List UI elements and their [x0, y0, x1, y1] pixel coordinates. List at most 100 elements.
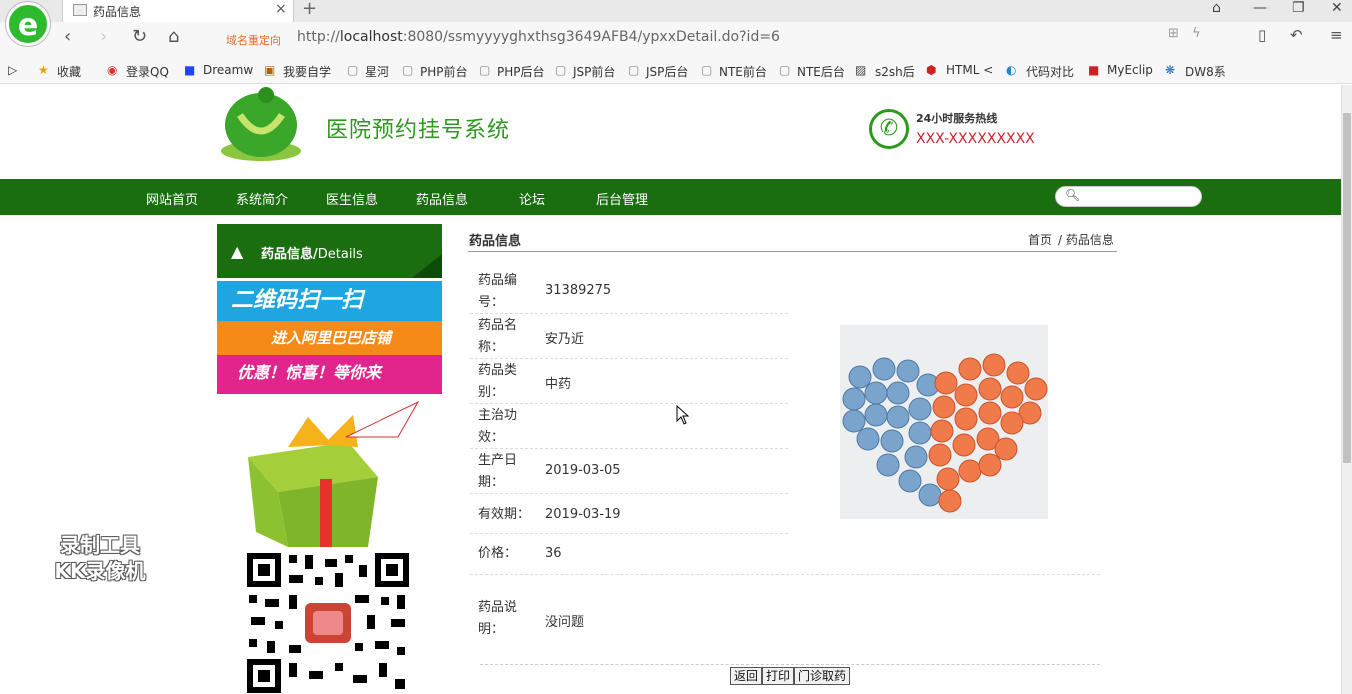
bookmarks-bar: ▷ ★ 收藏 ◉ 登录QQ ■ Dreamw ▣ 我要自学 ▢ 星河 ▢ PHP… — [0, 60, 1352, 82]
url-prefix: http:// — [297, 29, 340, 45]
hotline-label: 24小时服务热线 — [916, 112, 998, 125]
reload-icon[interactable]: ↻ — [132, 26, 147, 47]
bookmark-item[interactable]: DW8系 — [1185, 63, 1226, 80]
address-row: ‹ › ↻ ⌂ 域名重定向 http://localhost:8080/ssmy… — [56, 26, 1352, 52]
web-page: 医院预约挂号系统 ✆ 24小时服务热线 XXX-XXXXXXXXX 网站首页 系… — [0, 85, 1341, 694]
hotline-number: XXX-XXXXXXXXX — [916, 131, 1035, 147]
browser-chrome: 药品信息 × + ⌂ — ❐ ✕ e ‹ › ↻ ⌂ 域名重定向 http://… — [0, 0, 1352, 84]
undo-icon[interactable]: ↶ — [1290, 26, 1303, 44]
banner-line1: 二维码扫一扫 — [217, 281, 442, 321]
field-row-price: 价格： 36 — [470, 534, 1100, 575]
banner-line3: 优惠！惊喜！等你来 — [217, 355, 442, 394]
page-icon: ▢ — [402, 63, 414, 77]
back-button[interactable]: 返回 — [730, 667, 763, 685]
gift-box-image — [248, 400, 420, 547]
browser-logo-icon[interactable]: e — [6, 2, 50, 46]
page-favicon-icon — [73, 4, 87, 16]
search-input[interactable]: 🔍︎ — [1055, 186, 1202, 207]
field-label: 药品名称： — [478, 318, 518, 355]
address-bar[interactable]: http://localhost:8080/ssmyyyyghxthsg3649… — [297, 29, 780, 45]
bookmark-item[interactable]: Dreamw — [203, 63, 253, 77]
field-row-category: 药品类别： 中药 — [470, 359, 788, 404]
watermark-line2: KK录像机 — [54, 559, 146, 583]
minimize-icon[interactable]: — — [1253, 0, 1267, 16]
page-icon: ▢ — [628, 63, 640, 77]
field-row-description: 药品说明： 没问题 — [470, 597, 788, 641]
image-icon: ▨ — [855, 63, 867, 77]
close-window-icon[interactable]: ✕ — [1331, 0, 1343, 16]
bookmark-item[interactable]: 我要自学 — [283, 63, 331, 80]
tab-close-icon[interactable]: × — [275, 1, 287, 17]
phone-icon: ✆ — [869, 109, 909, 149]
bookmark-item[interactable]: s2sh后 — [875, 63, 915, 80]
bookmark-item[interactable]: PHP前台 — [420, 63, 468, 80]
compare-icon: ◐ — [1006, 63, 1017, 77]
html-icon: ⬢ — [926, 63, 937, 77]
title-divider — [468, 251, 1117, 252]
field-label: 药品说明： — [478, 600, 518, 637]
field-row-code: 药品编号： 31389275 — [470, 268, 788, 314]
bookmark-icon[interactable]: ▯ — [1258, 26, 1266, 44]
nav-doctors[interactable]: 医生信息 — [326, 189, 378, 208]
field-label: 主治功效： — [478, 408, 518, 445]
nav-medicine[interactable]: 药品信息 — [416, 189, 468, 208]
nav-home[interactable]: 网站首页 — [146, 189, 198, 208]
sidebar-heading-cn: 药品信息/ — [261, 247, 318, 262]
site-logo-icon — [221, 87, 301, 161]
print-button[interactable]: 打印 — [762, 667, 795, 685]
watermark-line1: 录制工具 — [60, 533, 140, 557]
bookmark-item[interactable]: HTML < — [946, 63, 993, 77]
forward-icon[interactable]: › — [100, 26, 107, 47]
bookmark-item[interactable]: NTE后台 — [797, 63, 845, 80]
grid-icon[interactable]: ⊞ — [1168, 26, 1179, 41]
field-row-name: 药品名称： 安乃近 — [470, 314, 788, 359]
new-tab-button[interactable]: + — [302, 0, 317, 19]
star-icon: ★ — [38, 63, 49, 77]
bookmark-item[interactable]: JSP前台 — [573, 63, 615, 80]
bookmark-item[interactable]: 星河 — [365, 63, 389, 80]
nav-about[interactable]: 系统简介 — [236, 189, 288, 208]
promo-banner[interactable]: 二维码扫一扫 进入阿里巴巴店铺 优惠！惊喜！等你来 — [217, 281, 442, 394]
lightning-icon[interactable]: ϟ — [1192, 26, 1201, 41]
nav-admin[interactable]: 后台管理 — [596, 189, 648, 208]
field-value: 没问题 — [545, 615, 585, 630]
field-row-expiry: 有效期： 2019-03-19 — [470, 494, 788, 534]
bookmarks-toggle-icon[interactable]: ▷ — [8, 63, 17, 77]
menu-icon[interactable]: ≡ — [1330, 26, 1343, 44]
bookmark-item[interactable]: 收藏 — [57, 63, 81, 80]
breadcrumb: 首页 / 药品信息 — [1028, 231, 1114, 248]
field-label: 药品类别： — [478, 363, 518, 400]
bookmark-item[interactable]: PHP后台 — [497, 63, 545, 80]
page-icon: ▢ — [701, 63, 713, 77]
nav-forum[interactable]: 论坛 — [519, 189, 545, 208]
bookmark-item[interactable]: MyEclip — [1107, 63, 1153, 77]
field-label: 有效期： — [478, 507, 531, 522]
field-value: 31389275 — [545, 283, 612, 298]
browser-tab[interactable]: 药品信息 × — [62, 0, 294, 22]
search-icon: 🔍︎ — [1065, 188, 1081, 202]
bookmark-item[interactable]: JSP后台 — [646, 63, 688, 80]
scrollbar-thumb[interactable] — [1343, 113, 1351, 463]
content-title: 药品信息 — [469, 234, 522, 249]
page-scrollbar[interactable] — [1341, 85, 1352, 694]
bookmark-item[interactable]: 代码对比 — [1026, 63, 1074, 80]
breadcrumb-home[interactable]: 首页 — [1028, 233, 1052, 247]
page-icon: ▢ — [347, 63, 359, 77]
page-icon: ▢ — [479, 63, 491, 77]
field-value: 2019-03-19 — [545, 507, 621, 522]
skin-icon[interactable]: ⌂ — [1212, 0, 1221, 16]
mouse-cursor-icon — [676, 405, 690, 425]
restore-icon[interactable]: ❐ — [1292, 0, 1305, 16]
field-row-production-date: 生产日期： 2019-03-05 — [470, 449, 788, 494]
take-medicine-button[interactable]: 门诊取药 — [794, 667, 851, 685]
myeclipse-icon: ■ — [1088, 63, 1100, 77]
home-icon[interactable]: ⌂ — [168, 26, 179, 47]
back-icon[interactable]: ‹ — [64, 26, 71, 47]
tab-title: 药品信息 — [93, 5, 142, 19]
url-path: :8080/ssmyyyyghxthsg3649AFB4/ypxxDetail.… — [402, 29, 780, 45]
recorder-watermark: 录制工具 KK录像机 — [32, 532, 168, 584]
redirect-label: 域名重定向 — [226, 34, 281, 47]
banner-line2: 进入阿里巴巴店铺 — [217, 321, 442, 355]
bookmark-item[interactable]: 登录QQ — [126, 63, 169, 80]
bookmark-item[interactable]: NTE前台 — [719, 63, 767, 80]
